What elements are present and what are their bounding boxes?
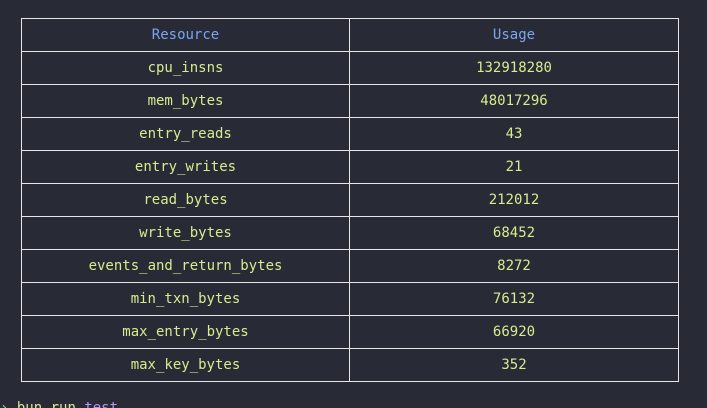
resource-cell: cpu_insns [21, 51, 350, 85]
resource-cell: entry_writes [21, 150, 350, 184]
terminal-window: Resource Usage cpu_insns 132918280 mem_b… [0, 0, 707, 408]
usage-cell: 48017296 [349, 84, 679, 118]
resource-cell: min_txn_bytes [21, 282, 350, 316]
table-row: read_bytes 212012 [21, 183, 679, 217]
table-row: min_txn_bytes 76132 [21, 282, 679, 316]
prompt-command: bun run [16, 400, 76, 408]
resource-cell: read_bytes [21, 183, 350, 217]
usage-cell: 66920 [349, 315, 679, 349]
prompt-arrow-icon: › [0, 400, 9, 408]
resource-cell: max_key_bytes [21, 348, 350, 382]
usage-cell: 8272 [349, 249, 679, 283]
resource-cell: events_and_return_bytes [21, 249, 350, 283]
resource-cell: mem_bytes [21, 84, 350, 118]
table-header-row: Resource Usage [21, 18, 679, 52]
usage-cell: 132918280 [349, 51, 679, 85]
table-row: entry_reads 43 [21, 117, 679, 151]
resource-cell: max_entry_bytes [21, 315, 350, 349]
prompt-argument: test [84, 400, 119, 408]
usage-cell: 76132 [349, 282, 679, 316]
table-row: write_bytes 68452 [21, 216, 679, 250]
usage-cell: 43 [349, 117, 679, 151]
resource-usage-table: Resource Usage cpu_insns 132918280 mem_b… [21, 18, 679, 382]
usage-cell: 68452 [349, 216, 679, 250]
usage-cell: 21 [349, 150, 679, 184]
table-row: cpu_insns 132918280 [21, 51, 679, 85]
resource-cell: entry_reads [21, 117, 350, 151]
table-row: mem_bytes 48017296 [21, 84, 679, 118]
usage-cell: 212012 [349, 183, 679, 217]
command-prompt-line[interactable]: › bun run test [0, 399, 118, 408]
column-header-resource: Resource [21, 18, 350, 52]
table-row: max_key_bytes 352 [21, 348, 679, 382]
usage-cell: 352 [349, 348, 679, 382]
table-row: events_and_return_bytes 8272 [21, 249, 679, 283]
column-header-usage: Usage [349, 18, 679, 52]
table-row: max_entry_bytes 66920 [21, 315, 679, 349]
table-row: entry_writes 21 [21, 150, 679, 184]
resource-cell: write_bytes [21, 216, 350, 250]
